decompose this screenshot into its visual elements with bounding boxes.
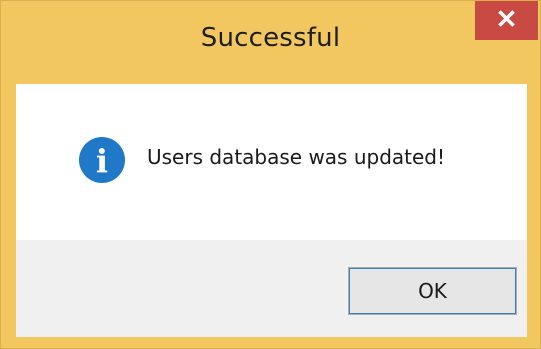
message-area: i Users database was updated! [16, 84, 527, 240]
title-bar[interactable]: Successful ✕ [1, 1, 540, 81]
dialog-title: Successful [200, 23, 341, 53]
dialog-message: Users database was updated! [147, 145, 446, 169]
dialog-client-area: i Users database was updated! OK [16, 84, 527, 337]
ok-button[interactable]: OK [348, 267, 517, 315]
close-icon: ✕ [495, 4, 518, 34]
message-dialog: Successful ✕ i Users database was update… [0, 0, 541, 349]
close-button[interactable]: ✕ [475, 1, 538, 40]
button-bar: OK [16, 240, 527, 337]
info-icon: i [79, 137, 125, 183]
svg-text:i: i [96, 142, 108, 180]
